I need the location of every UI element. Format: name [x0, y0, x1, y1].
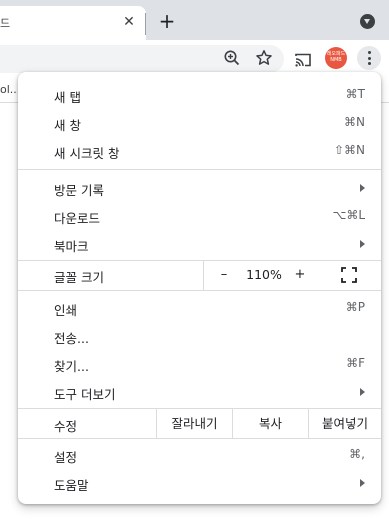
cut-button[interactable]: 잘라내기 — [156, 409, 232, 438]
edit-row: 수정 잘라내기 복사 붙여넣기 — [18, 409, 381, 438]
menu-item-bookmarks[interactable]: 북마크 — [18, 230, 381, 258]
menu-item-label: 인쇄 — [54, 303, 78, 318]
menu-item-label: 북마크 — [54, 239, 89, 254]
new-tab-button[interactable]: + — [156, 10, 178, 32]
menu-item-new-tab[interactable]: 새 탭 ⌘T — [18, 81, 381, 109]
zoom-level: 110% — [246, 267, 282, 282]
menu-item-find[interactable]: 찾기... ⌘F — [18, 350, 381, 378]
menu-item-label: 도움말 — [54, 478, 89, 493]
menu-item-label: 찾기... — [54, 359, 89, 374]
kebab-dot-icon — [367, 56, 371, 60]
profile-avatar[interactable]: 레오파드 NMB — [325, 47, 347, 69]
tab-separator — [145, 13, 146, 35]
menu-item-history[interactable]: 방문 기록 — [18, 174, 381, 202]
active-tab[interactable]: 드 ✕ — [0, 6, 146, 40]
menu-shortcut: ⌘T — [345, 87, 365, 101]
menu-item-label: 새 탭 — [54, 90, 81, 105]
menu-shortcut: ⇧⌘N — [333, 143, 365, 157]
tab-title: 드 — [0, 17, 11, 30]
zoom-icon[interactable] — [223, 49, 241, 67]
submenu-arrow-icon — [360, 184, 365, 192]
menu-separator — [18, 438, 381, 439]
menu-item-label: 도구 더보기 — [54, 387, 116, 402]
avatar-text-line2: NMB — [330, 57, 342, 63]
menu-item-label: 새 창 — [54, 118, 81, 133]
zoom-in-button[interactable]: + — [290, 265, 310, 285]
menu-shortcut: ⌘F — [346, 356, 365, 370]
paste-button[interactable]: 붙여넣기 — [308, 409, 381, 438]
menu-item-settings[interactable]: 설정 ⌘, — [18, 441, 381, 469]
submenu-arrow-icon — [360, 479, 365, 487]
menu-shortcut: ⌥⌘L — [332, 208, 365, 222]
tab-close-icon[interactable]: ✕ — [120, 13, 138, 31]
zoom-controls: – 110% + — [203, 260, 382, 290]
menu-separator — [18, 169, 381, 170]
menu-item-label: 전송... — [54, 331, 89, 346]
menu-shortcut: ⌘P — [345, 300, 365, 314]
bookmark-star-icon[interactable] — [255, 49, 273, 67]
edit-label: 수정 — [54, 419, 78, 434]
submenu-arrow-icon — [360, 240, 365, 248]
menu-shortcut: ⌘N — [344, 115, 365, 129]
zoom-out-button[interactable]: – — [214, 265, 234, 285]
menu-separator — [18, 290, 381, 291]
zoom-label: 글꼴 크기 — [54, 270, 104, 285]
menu-shortcut: ⌘, — [349, 447, 365, 461]
menu-item-print[interactable]: 인쇄 ⌘P — [18, 294, 381, 322]
menu-item-cast[interactable]: 전송... — [18, 322, 381, 350]
kebab-dot-icon — [367, 51, 371, 54]
menu-item-label: 방문 기록 — [54, 183, 104, 198]
fullscreen-icon[interactable] — [341, 267, 357, 283]
menu-item-label: 새 시크릿 창 — [54, 146, 120, 161]
address-bar[interactable] — [0, 45, 284, 73]
more-menu-button[interactable] — [357, 46, 381, 70]
menu-item-new-window[interactable]: 새 창 ⌘N — [18, 109, 381, 137]
menu-item-new-incognito[interactable]: 새 시크릿 창 ⇧⌘N — [18, 137, 381, 165]
copy-button[interactable]: 복사 — [232, 409, 308, 438]
submenu-arrow-icon — [360, 388, 365, 396]
app-menu: 새 탭 ⌘T 새 창 ⌘N 새 시크릿 창 ⇧⌘N 방문 기록 다운로드 ⌥⌘L… — [18, 72, 381, 504]
menu-item-help[interactable]: 도움말 — [18, 469, 381, 497]
tab-strip: 드 ✕ + — [0, 0, 389, 40]
kebab-dot-icon — [367, 62, 371, 65]
menu-item-more-tools[interactable]: 도구 더보기 — [18, 378, 381, 406]
tab-search-icon[interactable] — [360, 14, 375, 29]
cast-icon[interactable] — [294, 51, 312, 69]
zoom-row: 글꼴 크기 – 110% + — [18, 260, 381, 290]
menu-item-downloads[interactable]: 다운로드 ⌥⌘L — [18, 202, 381, 230]
menu-item-label: 설정 — [54, 450, 78, 465]
menu-item-label: 다운로드 — [54, 211, 101, 226]
